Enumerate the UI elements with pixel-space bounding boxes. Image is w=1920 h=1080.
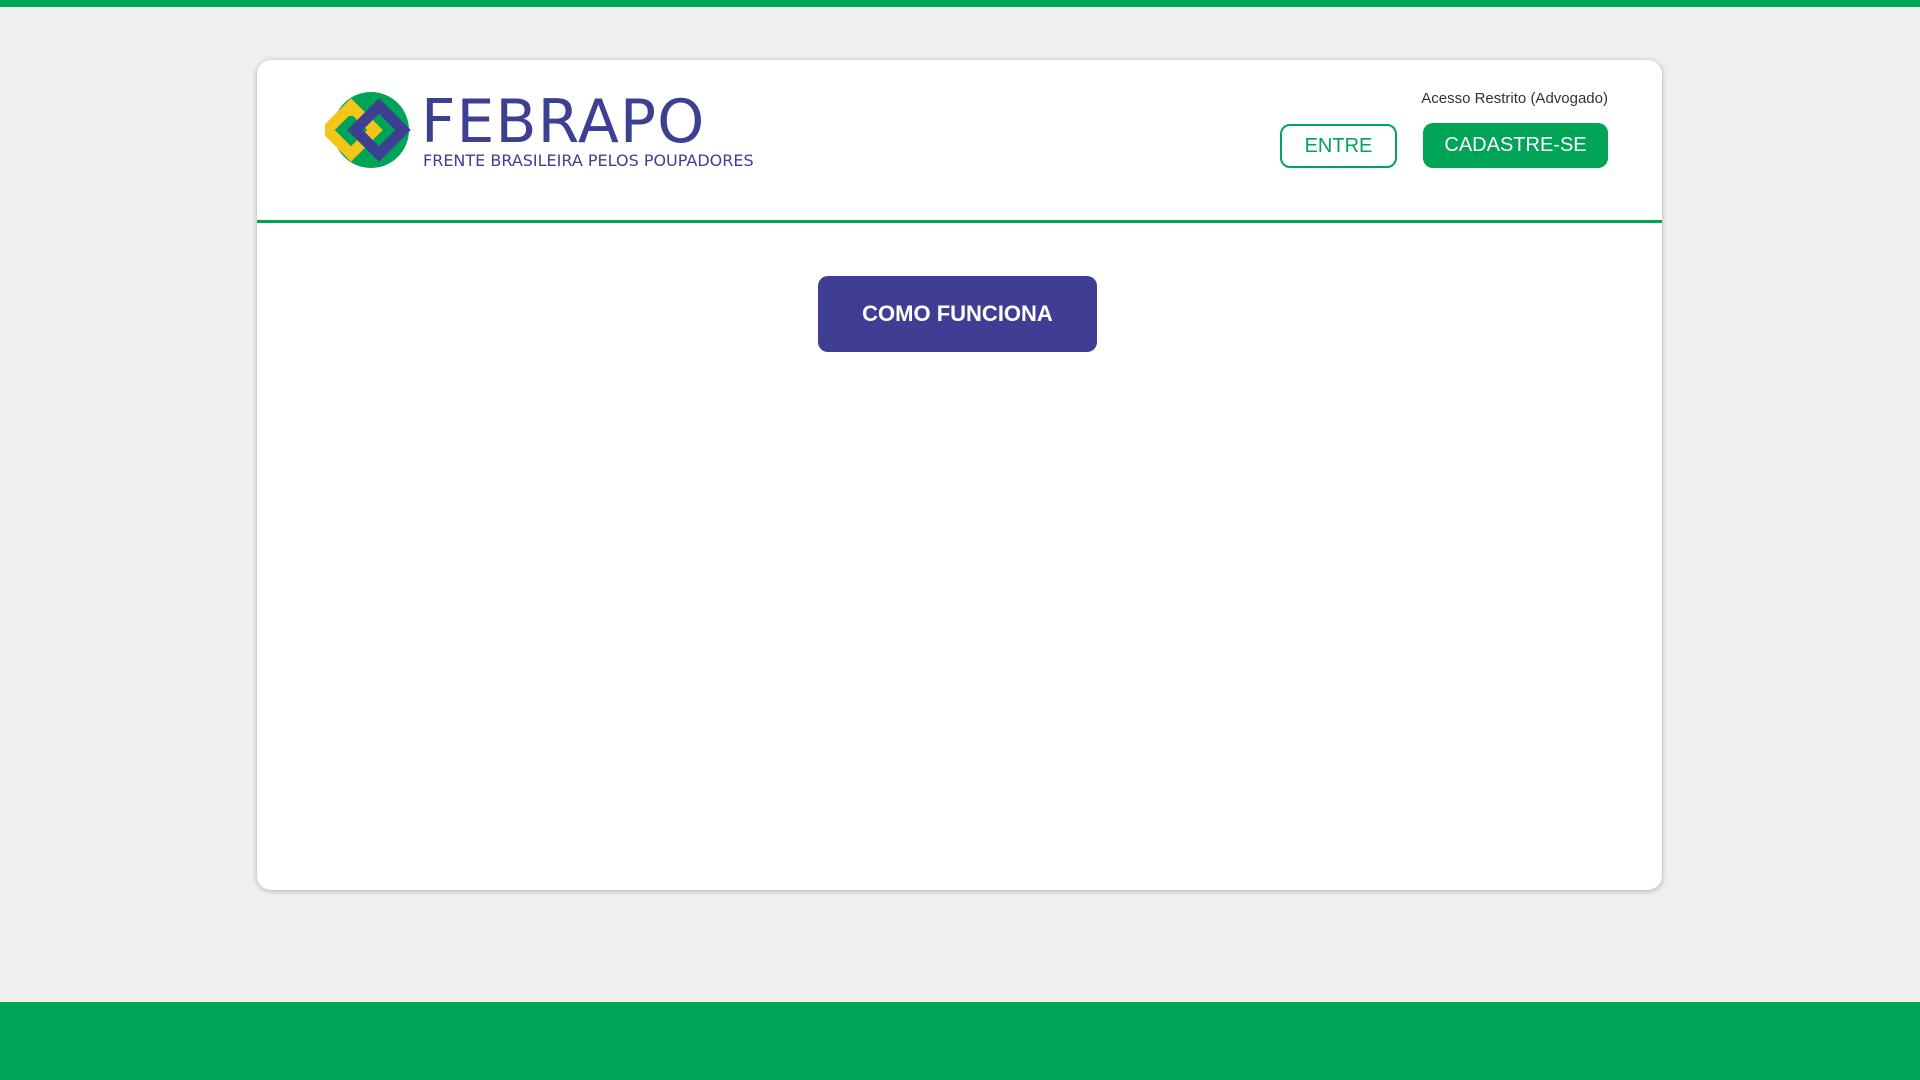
- footer-bar: [0, 1002, 1920, 1080]
- how-it-works-button[interactable]: COMO FUNCIONA: [818, 276, 1097, 352]
- main-card: FEBRAPO FRENTE BRASILEIRA PELOS POUPADOR…: [257, 60, 1662, 890]
- restricted-access-label: Acesso Restrito (Advogado): [1421, 90, 1608, 107]
- site-header: FEBRAPO FRENTE BRASILEIRA PELOS POUPADOR…: [257, 60, 1662, 223]
- login-button[interactable]: ENTRE: [1280, 124, 1397, 168]
- logo-tagline: FRENTE BRASILEIRA PELOS POUPADORES: [423, 151, 754, 170]
- logo-wordmark: FEBRAPO: [421, 87, 706, 157]
- febrapo-logo[interactable]: FEBRAPO FRENTE BRASILEIRA PELOS POUPADOR…: [325, 87, 754, 170]
- logo-mark-icon: [325, 92, 411, 168]
- register-button[interactable]: CADASTRE-SE: [1423, 123, 1608, 168]
- top-accent-bar: [0, 0, 1920, 7]
